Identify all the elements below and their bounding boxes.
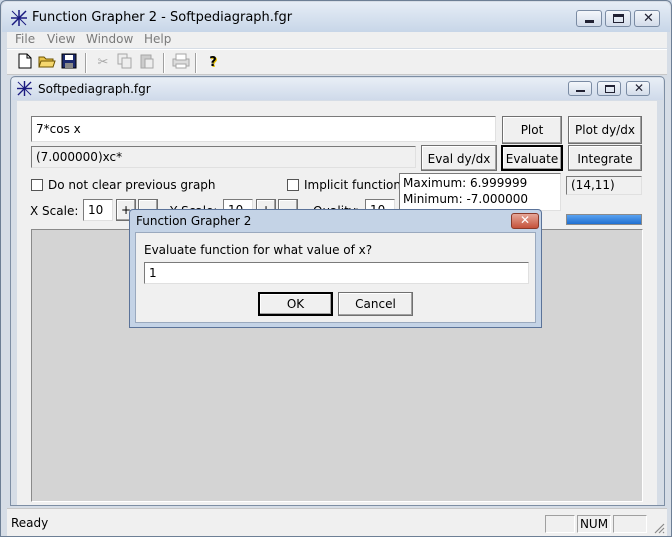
close-button[interactable]: ✕ <box>634 10 660 27</box>
minimize-icon <box>585 20 594 23</box>
derivative-output: (7.000000)xc* <box>31 146 416 168</box>
menu-window[interactable]: Window <box>86 32 133 46</box>
maximum-text: Maximum: 6.999999 <box>403 176 528 190</box>
cursor-coords: (14,11) <box>566 176 642 195</box>
evaluate-button[interactable]: Evaluate <box>501 145 563 171</box>
xscale-label: X Scale: <box>30 204 79 218</box>
paste-icon[interactable] <box>137 53 157 73</box>
xscale-input[interactable]: 10 <box>83 199 113 221</box>
dialog-prompt: Evaluate function for what value of x? <box>144 243 373 257</box>
new-file-icon[interactable] <box>15 53 35 73</box>
dialog-title-bar[interactable]: Function Grapher 2 ✕ <box>130 210 541 232</box>
child-restore-button[interactable] <box>597 81 621 96</box>
implicit-checkbox[interactable] <box>287 179 299 191</box>
plot-dydx-button[interactable]: Plot dy/dx <box>568 116 642 144</box>
function-input[interactable]: 7*cos x <box>31 116 496 142</box>
open-folder-icon[interactable] <box>37 53 57 73</box>
dialog-body: Evaluate function for what value of x? 1… <box>135 232 536 323</box>
toolbar: ✂ ? <box>7 49 667 75</box>
ok-button[interactable]: OK <box>258 292 333 316</box>
app-graph-icon <box>11 10 27 26</box>
minimize-button[interactable] <box>576 10 602 27</box>
maximize-button[interactable] <box>605 10 631 27</box>
status-panel-num: NUM <box>577 515 611 533</box>
close-icon: ✕ <box>634 81 645 95</box>
dialog-close-button[interactable]: ✕ <box>511 213 539 229</box>
restore-icon <box>605 85 615 93</box>
plot-button[interactable]: Plot <box>502 116 562 144</box>
implicit-label: Implicit function <box>304 178 401 192</box>
child-title-bar[interactable]: Softpediagraph.fgr ✕ <box>12 78 663 100</box>
minimum-text: Minimum: -7.000000 <box>403 192 529 206</box>
status-panel-caps <box>545 515 575 533</box>
copy-icon[interactable] <box>115 53 135 73</box>
integrate-button[interactable]: Integrate <box>568 145 642 171</box>
title-bar[interactable]: Function Grapher 2 - Softpediagraph.fgr … <box>2 2 670 32</box>
progress-bar <box>566 214 642 225</box>
minimize-icon <box>576 90 585 92</box>
close-icon: ✕ <box>520 213 531 227</box>
close-icon: ✕ <box>643 11 654 26</box>
maximize-icon <box>613 14 624 23</box>
no-clear-label: Do not clear previous graph <box>48 178 216 192</box>
eval-dydx-button[interactable]: Eval dy/dx <box>421 145 497 171</box>
cancel-button[interactable]: Cancel <box>338 292 413 316</box>
menu-bar: File View Window Help <box>7 32 667 48</box>
progress-fill <box>567 215 641 224</box>
toolbar-separator <box>195 53 197 73</box>
cut-icon[interactable]: ✂ <box>93 53 113 73</box>
child-minimize-button[interactable] <box>568 81 592 96</box>
no-clear-checkbox[interactable] <box>31 179 43 191</box>
evaluate-dialog: Function Grapher 2 ✕ Evaluate function f… <box>129 209 542 328</box>
menu-help[interactable]: Help <box>144 32 171 46</box>
print-icon[interactable] <box>171 53 191 73</box>
toolbar-separator <box>85 53 87 73</box>
menu-file[interactable]: File <box>15 32 35 46</box>
menu-view[interactable]: View <box>47 32 75 46</box>
help-icon[interactable]: ? <box>203 53 223 73</box>
status-bar: Ready NUM <box>7 508 667 536</box>
dialog-title: Function Grapher 2 <box>136 214 252 228</box>
x-value-input[interactable]: 1 <box>144 262 529 284</box>
status-panel-scroll <box>613 515 647 533</box>
save-icon[interactable] <box>59 53 79 73</box>
toolbar-separator <box>163 53 165 73</box>
status-text: Ready <box>11 516 49 530</box>
range-info-box: Maximum: 6.999999 Minimum: -7.000000 <box>399 173 561 211</box>
child-title: Softpediagraph.fgr <box>38 82 151 96</box>
child-close-button[interactable]: ✕ <box>626 81 650 96</box>
resize-grip-icon[interactable] <box>653 522 665 534</box>
window-title: Function Grapher 2 - Softpediagraph.fgr <box>32 10 293 25</box>
document-graph-icon <box>17 81 32 96</box>
